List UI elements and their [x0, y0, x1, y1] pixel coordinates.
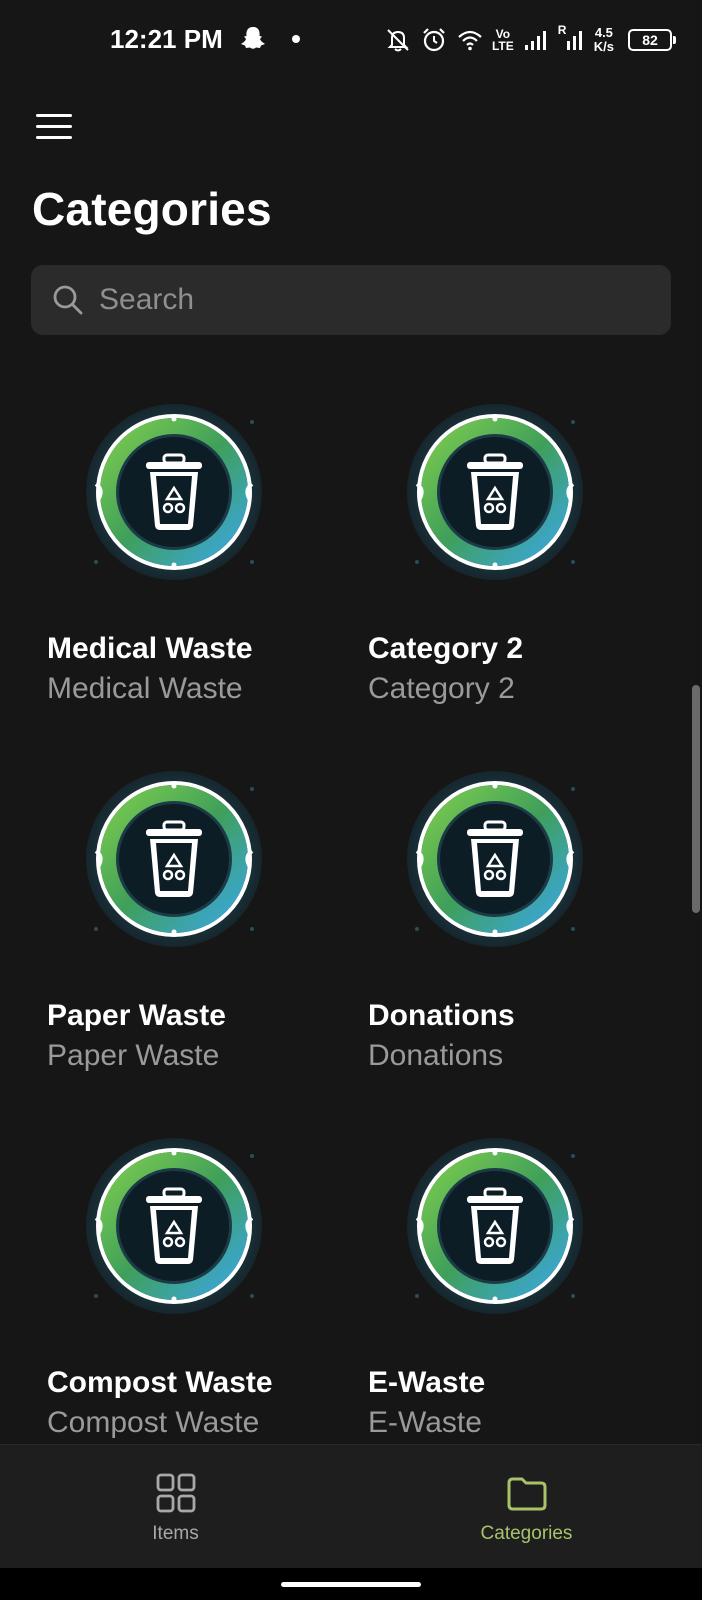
- category-card-compost-waste[interactable]: Compost Waste Compost Waste: [32, 1114, 352, 1444]
- system-gesture-bar: [0, 1568, 702, 1600]
- battery-icon: 82: [628, 29, 676, 51]
- network-speed: 4.5 K/s: [593, 25, 614, 54]
- page-title: Categories: [32, 183, 272, 235]
- snapchat-icon: [241, 27, 265, 49]
- recycle-bin-icon: [405, 769, 585, 949]
- category-subtitle: Compost Waste: [47, 1406, 260, 1439]
- category-card-paper-waste[interactable]: Paper Waste Paper Waste: [32, 747, 352, 1087]
- category-card-donations[interactable]: Donations Donations: [353, 747, 673, 1087]
- signal-icon: [524, 31, 546, 50]
- nav-item-items[interactable]: Items: [0, 1445, 351, 1569]
- recycle-bin-icon: [405, 402, 585, 582]
- category-card-e-waste[interactable]: E-Waste E-Waste: [353, 1114, 673, 1444]
- menu-line: [36, 124, 72, 128]
- category-subtitle: Category 2: [368, 672, 515, 705]
- hamburger-menu-icon[interactable]: [30, 106, 78, 146]
- menu-line: [36, 135, 72, 139]
- category-subtitle: Medical Waste: [47, 672, 243, 705]
- category-card-category-2[interactable]: Category 2 Category 2: [353, 380, 673, 720]
- battery-level: 82: [642, 32, 658, 48]
- status-icons: Vo LTE R 4.5 K/s 82: [384, 20, 676, 60]
- category-title: E-Waste: [368, 1366, 486, 1399]
- network-type: Vo LTE: [491, 27, 514, 53]
- category-title: Paper Waste: [47, 999, 226, 1032]
- category-title: Donations: [368, 999, 515, 1032]
- bottom-navigation: Items Categories: [0, 1444, 702, 1568]
- category-subtitle: Paper Waste: [47, 1039, 220, 1072]
- category-grid: Medical Waste Medical Waste Category 2 C…: [0, 380, 702, 1444]
- home-gesture-handle[interactable]: [281, 1582, 421, 1587]
- nav-item-categories[interactable]: Categories: [351, 1445, 702, 1569]
- search-icon: [53, 285, 83, 315]
- bell-off-icon: [387, 29, 409, 52]
- folder-icon: [507, 1477, 546, 1511]
- search-bar[interactable]: [31, 265, 671, 335]
- category-title: Medical Waste: [47, 632, 253, 665]
- status-time: 12:21 PM: [110, 24, 223, 54]
- search-input[interactable]: [99, 283, 639, 317]
- scrollbar[interactable]: [692, 685, 700, 913]
- recycle-bin-icon: [84, 1136, 264, 1316]
- menu-line: [36, 113, 72, 117]
- nav-label-items: Items: [152, 1523, 199, 1544]
- category-card-medical-waste[interactable]: Medical Waste Medical Waste: [32, 380, 352, 720]
- grid-icon: [156, 1473, 195, 1513]
- category-subtitle: E-Waste: [368, 1406, 482, 1439]
- category-title: Compost Waste: [47, 1366, 273, 1399]
- category-subtitle: Donations: [368, 1039, 504, 1072]
- recycle-bin-icon: [84, 402, 264, 582]
- status-bar: 12:21 PM Vo LTE R 4.5 K/s 82: [0, 0, 702, 80]
- notification-dot: [292, 35, 300, 43]
- nav-label-categories: Categories: [480, 1523, 573, 1544]
- recycle-bin-icon: [84, 769, 264, 949]
- category-title: Category 2: [368, 632, 524, 665]
- signal-roaming: R: [558, 24, 586, 54]
- wifi-icon: [458, 30, 482, 51]
- alarm-icon: [423, 28, 445, 52]
- recycle-bin-icon: [405, 1136, 585, 1316]
- categories-screen: 12:21 PM Vo LTE R 4.5 K/s 82 Categories …: [0, 0, 702, 1600]
